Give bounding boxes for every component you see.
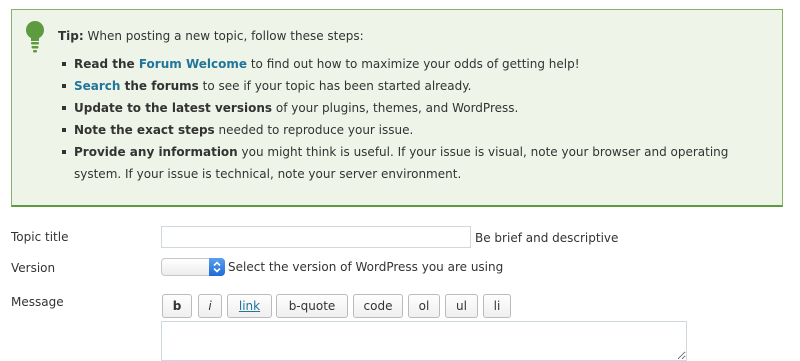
tip-step-note-steps: Note the exact steps needed to reproduce… [62, 119, 748, 141]
tip-heading: Tip: When posting a new topic, follow th… [58, 28, 364, 44]
version-label: Version [11, 261, 56, 275]
tip-step-bold: the forums [120, 79, 199, 93]
message-label: Message [11, 295, 64, 309]
version-hint: Select the version of WordPress you are … [228, 260, 504, 274]
tip-step-search: Search the forums to see if your topic h… [62, 75, 748, 97]
tip-step-text: to see if your topic has been started al… [198, 79, 472, 93]
search-link[interactable]: Search [74, 79, 120, 93]
unordered-list-button[interactable]: ul [445, 294, 478, 318]
tip-lead: Tip: [58, 29, 84, 43]
ordered-list-button[interactable]: ol [408, 294, 440, 318]
topic-title-input[interactable] [161, 226, 471, 248]
topic-title-label: Topic title [11, 230, 69, 244]
tip-step-bold: Update to the latest versions [74, 101, 273, 115]
tip-step-bold: Read the [74, 57, 139, 71]
forum-welcome-link[interactable]: Forum Welcome [139, 57, 247, 71]
tip-step-bold: Note the exact steps [74, 123, 215, 137]
tip-step-provide-info: Provide any information you might think … [62, 141, 748, 185]
italic-button[interactable]: i [198, 294, 222, 318]
tip-intro: When posting a new topic, follow these s… [83, 29, 364, 43]
code-button[interactable]: code [353, 294, 403, 318]
lightbulb-icon [26, 21, 44, 53]
version-select[interactable] [161, 258, 225, 276]
link-button[interactable]: link [227, 294, 272, 318]
tip-box: Tip: When posting a new topic, follow th… [11, 9, 783, 207]
tip-step-text: needed to reproduce your issue. [214, 123, 414, 137]
tip-step-read-welcome: Read the Forum Welcome to find out how t… [62, 53, 748, 75]
tip-step-text: to find out how to maximize your odds of… [247, 57, 580, 71]
tip-steps-list: Read the Forum Welcome to find out how t… [58, 53, 748, 185]
tip-step-update: Update to the latest versions of your pl… [62, 97, 748, 119]
tip-step-bold: Provide any information [74, 145, 238, 159]
tip-step-text: of your plugins, themes, and WordPress. [272, 101, 519, 115]
list-item-button[interactable]: li [483, 294, 511, 318]
select-stepper-icon[interactable] [209, 258, 225, 276]
message-textarea[interactable] [161, 321, 687, 361]
bold-button[interactable]: b [162, 294, 192, 318]
topic-title-hint: Be brief and descriptive [475, 231, 619, 245]
blockquote-button[interactable]: b-quote [276, 294, 348, 318]
